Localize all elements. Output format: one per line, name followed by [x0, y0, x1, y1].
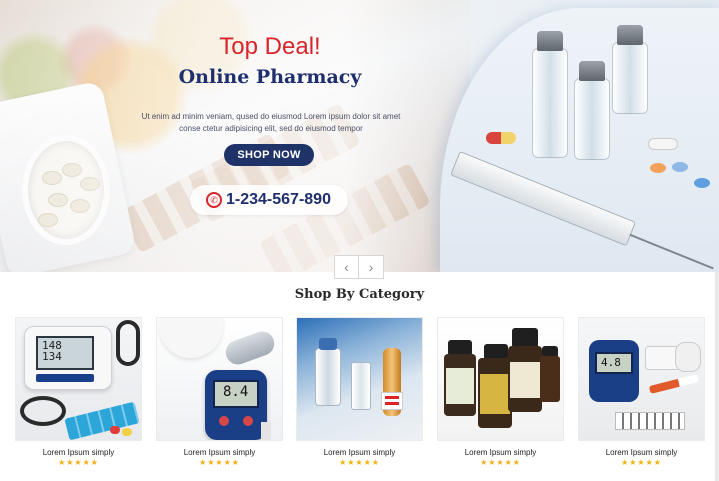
- category-card[interactable]: 4.8 Lorem Ipsum simply ★★★★★: [578, 317, 705, 467]
- category-card[interactable]: 148 134 Lorem Ipsum simply ★★★★★: [15, 317, 142, 467]
- hero-description: Ut enim ad minim veniam, qused do eiusmo…: [141, 112, 401, 133]
- category-image-glucose-test-kit[interactable]: 4.8: [578, 317, 705, 441]
- section-title: Shop By Category: [294, 287, 425, 302]
- category-image-glucose-meter[interactable]: 8.4: [156, 317, 283, 441]
- category-name[interactable]: Lorem Ipsum simply: [437, 448, 564, 457]
- category-card[interactable]: 8.4 Lorem Ipsum simply ★★★★★: [156, 317, 283, 467]
- category-name[interactable]: Lorem Ipsum simply: [156, 448, 283, 457]
- page-scroll-edge: [715, 272, 719, 481]
- hero-title: Top Deal!: [219, 33, 321, 60]
- category-image-blood-pressure-monitor[interactable]: 148 134: [15, 317, 142, 441]
- hero-banner: Top Deal! Online Pharmacy Ut enim ad min…: [0, 0, 719, 272]
- category-image-vials[interactable]: [296, 317, 423, 441]
- phone-icon: ✆: [206, 192, 222, 208]
- category-name[interactable]: Lorem Ipsum simply: [578, 448, 705, 457]
- phone-number: 1-234-567-890: [226, 191, 331, 208]
- phone-contact[interactable]: ✆ 1-234-567-890: [190, 185, 348, 215]
- vial-image: [532, 31, 568, 158]
- rating-stars-icon: ★★★★★: [58, 458, 99, 467]
- hero-subtitle: Online Pharmacy: [178, 66, 362, 88]
- shop-now-button[interactable]: SHOP NOW: [224, 144, 314, 166]
- rating-stars-icon: ★★★★★: [480, 458, 521, 467]
- rating-stars-icon: ★★★★★: [621, 458, 662, 467]
- vial-image: [574, 61, 610, 160]
- vial-image: [612, 25, 648, 114]
- slider-nav: ‹ ›: [334, 255, 384, 279]
- category-card[interactable]: Lorem Ipsum simply ★★★★★: [437, 317, 564, 467]
- slider-prev-button[interactable]: ‹: [335, 256, 359, 278]
- category-name[interactable]: Lorem Ipsum simply: [15, 448, 142, 457]
- rating-stars-icon: ★★★★★: [199, 458, 240, 467]
- rating-stars-icon: ★★★★★: [339, 458, 380, 467]
- category-name[interactable]: Lorem Ipsum simply: [296, 448, 423, 457]
- category-card[interactable]: Lorem Ipsum simply ★★★★★: [296, 317, 423, 467]
- category-image-essential-oils[interactable]: [437, 317, 564, 441]
- slider-next-button[interactable]: ›: [359, 256, 383, 278]
